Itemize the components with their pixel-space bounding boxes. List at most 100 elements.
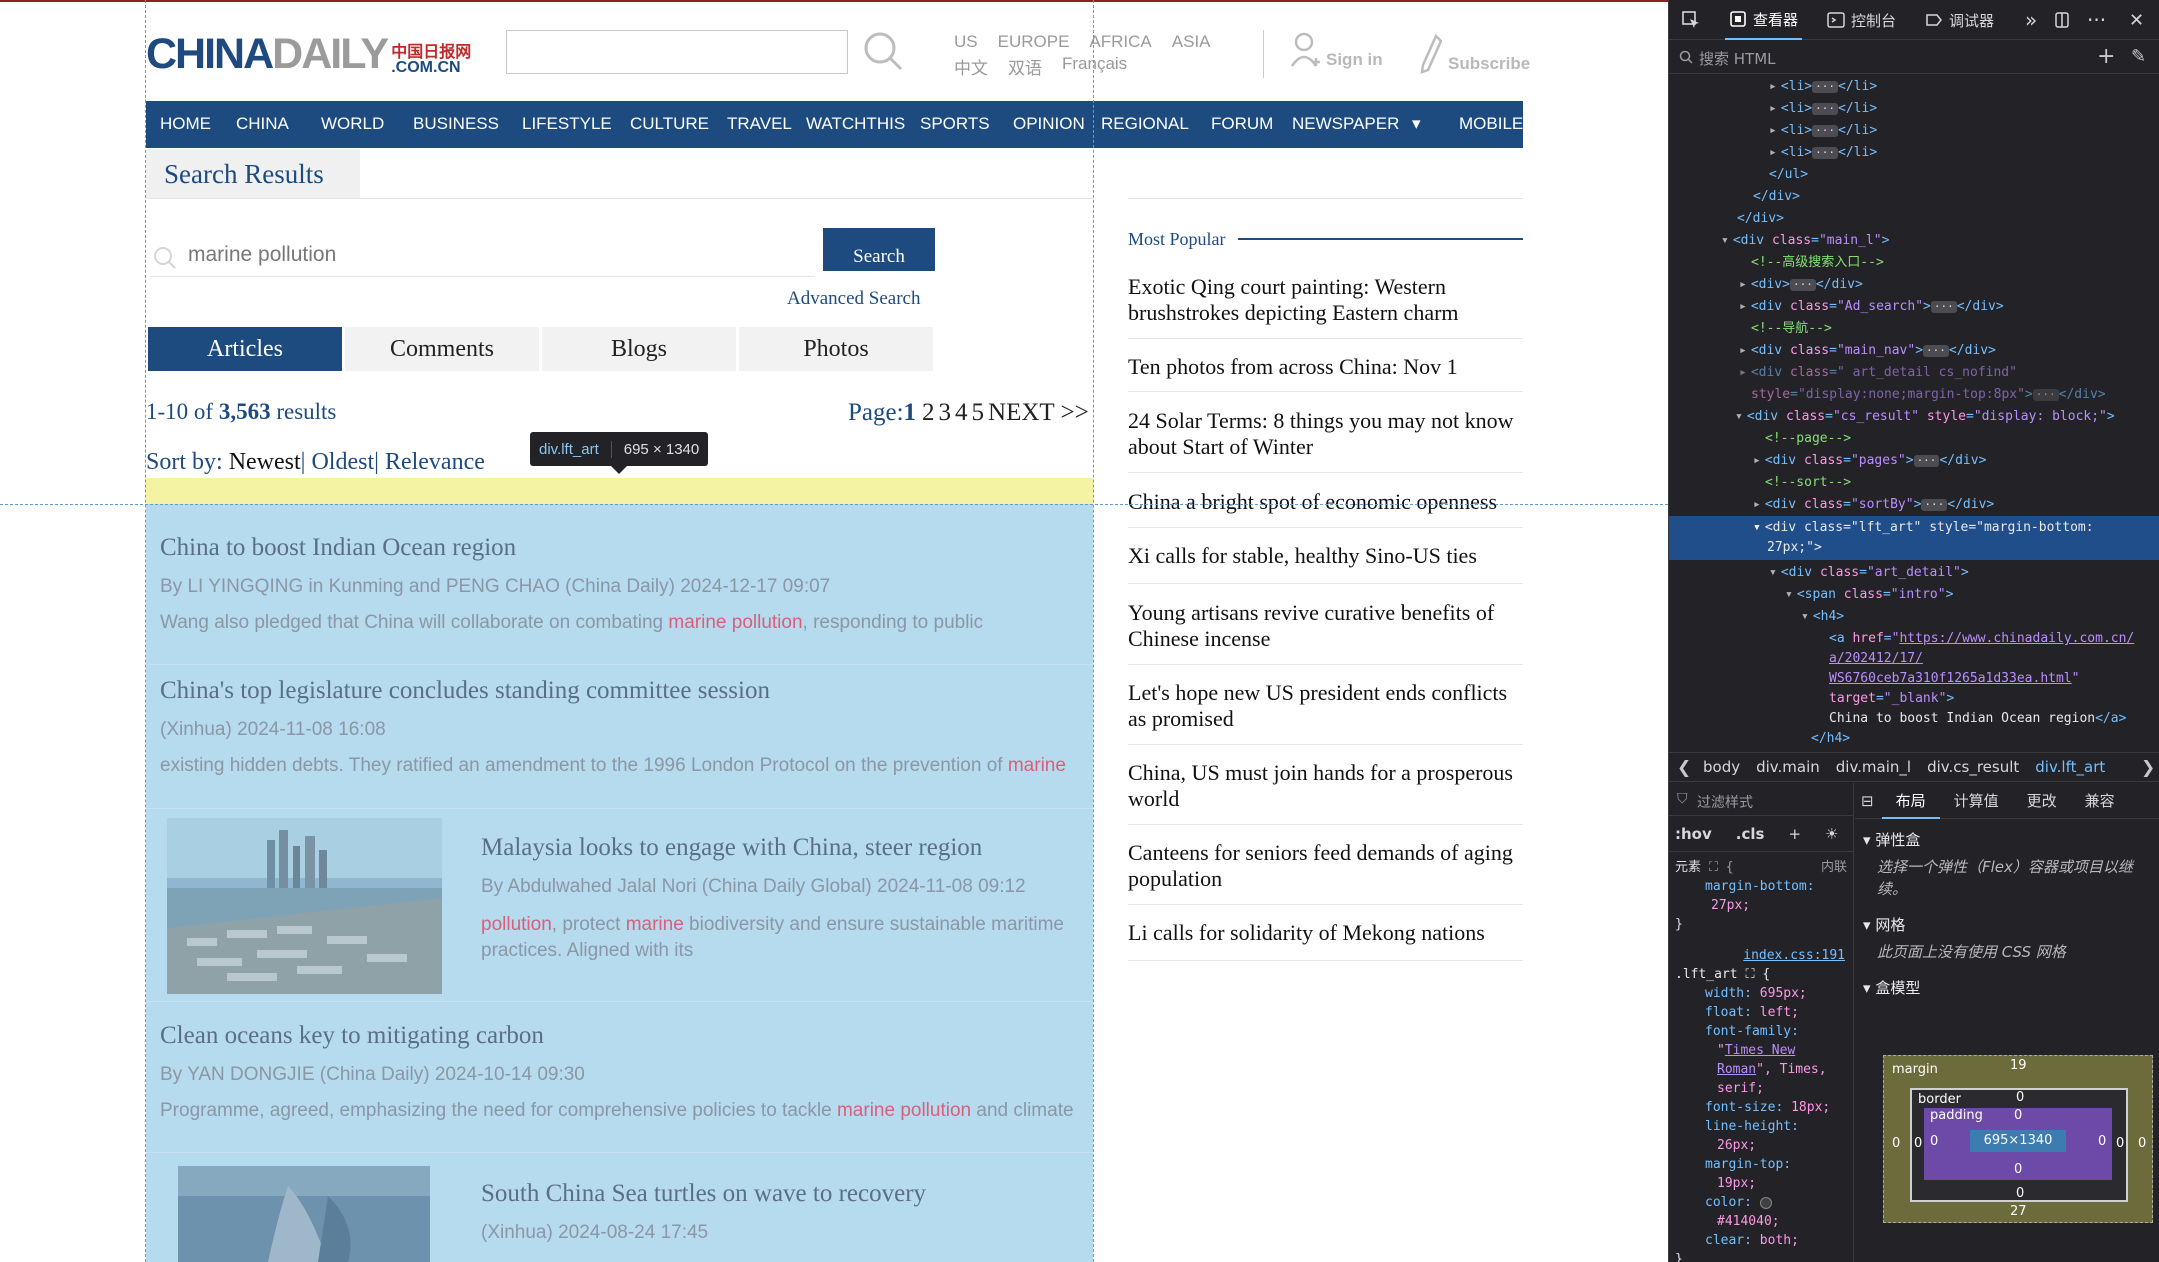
search-icon[interactable] bbox=[862, 30, 904, 72]
popular-item[interactable]: Canteens for seniors feed demands of agi… bbox=[1128, 840, 1523, 892]
edition-link[interactable]: 中文 bbox=[954, 54, 988, 78]
margin-left-value[interactable]: 0 bbox=[1892, 1136, 1900, 1151]
tree-node[interactable]: ▸ <li> ··· </li> bbox=[1669, 76, 2159, 98]
tree-node[interactable]: <a href="https://www.chinadaily.com.cn/ bbox=[1669, 628, 2159, 650]
search-input[interactable]: marine pollution bbox=[150, 235, 815, 277]
tree-node[interactable]: ▸ <div class="Ad_search"> ··· </div> bbox=[1669, 296, 2159, 318]
boxmodel-section-header[interactable]: ▾ 盒模型 bbox=[1855, 963, 2159, 998]
article-title[interactable]: China's top legislature concludes standi… bbox=[160, 677, 1066, 705]
tree-node[interactable]: <!--高级搜索入口--> bbox=[1669, 252, 2159, 274]
breadcrumb-item[interactable]: div.main_l bbox=[1836, 758, 1911, 776]
tree-node[interactable]: ▸ <li> ··· </li> bbox=[1669, 142, 2159, 164]
crumb-next-icon[interactable]: ❯ bbox=[2141, 758, 2155, 778]
edition-link[interactable]: ASIA bbox=[1172, 32, 1211, 54]
tree-node[interactable]: ▸ <div> ··· </div> bbox=[1669, 274, 2159, 296]
nav-item-regional[interactable]: REGIONAL bbox=[1101, 114, 1189, 134]
tree-node[interactable]: ▾ <div class="main_l"> bbox=[1669, 230, 2159, 252]
add-rule-icon[interactable]: + bbox=[1788, 825, 1801, 851]
article-title[interactable]: Malaysia looks to engage with China, ste… bbox=[481, 834, 1081, 862]
tab-compatibility[interactable]: 兼容 bbox=[2071, 790, 2115, 811]
tab-console[interactable]: 控制台 bbox=[1827, 0, 1896, 40]
dock-icon[interactable] bbox=[2053, 0, 2071, 40]
article-thumbnail[interactable] bbox=[167, 818, 442, 994]
popular-item[interactable]: Exotic Qing court painting: Western brus… bbox=[1128, 274, 1523, 326]
breadcrumb-item[interactable]: div.main bbox=[1756, 758, 1820, 776]
tree-node[interactable]: style="display:none;margin-top:8px"> ··· <… bbox=[1669, 384, 2159, 406]
tree-node[interactable]: ▾ <div class="art_detail"> bbox=[1669, 562, 2159, 584]
grid-section-header[interactable]: ▾ 网格 bbox=[1855, 900, 2159, 935]
margin-bottom-value[interactable]: 27 bbox=[2010, 1204, 2027, 1219]
tree-node[interactable]: ▸ <div class=" art_detail cs_nofind" bbox=[1669, 362, 2159, 384]
padding-top-value[interactable]: 0 bbox=[2014, 1108, 2022, 1123]
menu-icon[interactable]: ··· bbox=[2087, 0, 2106, 40]
breadcrumb-item[interactable]: body bbox=[1703, 758, 1740, 776]
nav-item-watchthis[interactable]: WATCHTHIS bbox=[806, 114, 905, 134]
edition-link[interactable]: AFRICA bbox=[1089, 32, 1151, 54]
color-swatch[interactable] bbox=[1759, 1196, 1772, 1209]
search-button[interactable]: Search bbox=[823, 228, 935, 271]
filter-styles-input[interactable]: ⛉ 过滤样式 bbox=[1669, 783, 1853, 816]
signin-link[interactable]: Sign in bbox=[1290, 30, 1383, 70]
tree-node[interactable]: ▸ <div class="pages"> ··· </div> bbox=[1669, 450, 2159, 472]
tab-comments[interactable]: Comments bbox=[345, 327, 539, 371]
tab-blogs[interactable]: Blogs bbox=[542, 327, 736, 371]
tree-node[interactable]: a/202412/17/ bbox=[1669, 648, 2159, 670]
tree-node[interactable]: ▸ <li> ··· </li> bbox=[1669, 120, 2159, 142]
element-picker-icon[interactable] bbox=[1681, 0, 1701, 40]
tree-node[interactable]: ▸ <div class="main_nav"> ··· </div> bbox=[1669, 340, 2159, 362]
tree-node[interactable]: target="_blank"> bbox=[1669, 688, 2159, 710]
border-right-value[interactable]: 0 bbox=[2116, 1136, 2124, 1151]
article-thumbnail[interactable] bbox=[178, 1166, 430, 1262]
page-link[interactable]: 2 bbox=[922, 399, 935, 426]
border-bottom-value[interactable]: 0 bbox=[2016, 1186, 2024, 1201]
css-source-link[interactable]: index.css:191 bbox=[1743, 948, 1845, 963]
tab-computed[interactable]: 计算值 bbox=[1940, 790, 2013, 811]
nav-item-world[interactable]: WORLD bbox=[321, 114, 384, 134]
border-top-value[interactable]: 0 bbox=[2016, 1090, 2024, 1105]
padding-left-value[interactable]: 0 bbox=[1930, 1134, 1938, 1149]
sort-relevance[interactable]: | Relevance bbox=[374, 449, 485, 475]
light-theme-icon[interactable]: ☀ bbox=[1825, 825, 1838, 851]
article-title[interactable]: Clean oceans key to mitigating carbon bbox=[160, 1022, 1074, 1050]
nav-item-home[interactable]: HOME bbox=[160, 114, 211, 134]
tree-node[interactable]: </div> bbox=[1669, 208, 2159, 230]
popular-item[interactable]: Young artisans revive curative benefits … bbox=[1128, 600, 1523, 652]
popular-item[interactable]: Ten photos from across China: Nov 1 bbox=[1128, 354, 1523, 380]
popular-item[interactable]: Let's hope new US president ends conflic… bbox=[1128, 680, 1523, 732]
tree-node[interactable]: </ul> bbox=[1669, 164, 2159, 186]
nav-item-mobile[interactable]: MOBILE bbox=[1459, 114, 1523, 134]
nav-item-china[interactable]: CHINA bbox=[236, 114, 289, 134]
padding-bottom-value[interactable]: 0 bbox=[2014, 1162, 2022, 1177]
tree-node[interactable]: <!--page--> bbox=[1669, 428, 2159, 450]
tree-node[interactable]: WS6760ceb7a310f1265a1d33ea.html" bbox=[1669, 668, 2159, 690]
eyedropper-icon[interactable]: ✎ bbox=[2131, 46, 2146, 67]
margin-top-value[interactable]: 19 bbox=[2010, 1058, 2027, 1073]
border-left-value[interactable]: 0 bbox=[1914, 1136, 1922, 1151]
page-link[interactable]: 4 bbox=[955, 399, 968, 426]
padding-right-value[interactable]: 0 bbox=[2098, 1134, 2106, 1149]
sort-oldest[interactable]: | Oldest bbox=[301, 449, 374, 475]
tab-debugger[interactable]: 调试器 bbox=[1925, 0, 1994, 40]
popular-item[interactable]: Xi calls for stable, healthy Sino-US tie… bbox=[1128, 543, 1523, 569]
nav-item-culture[interactable]: CULTURE bbox=[630, 114, 709, 134]
tree-node[interactable]: China to boost Indian Ocean region</a> bbox=[1669, 708, 2159, 730]
breadcrumb-item[interactable]: div.lft_art bbox=[2035, 758, 2105, 776]
add-node-icon[interactable]: + bbox=[2097, 44, 2115, 69]
tree-node[interactable]: ▾ <div class="cs_result" style="display: … bbox=[1669, 406, 2159, 428]
breadcrumb-item[interactable]: div.cs_result bbox=[1927, 758, 2019, 776]
html-search-input[interactable]: 搜索 HTML bbox=[1669, 40, 2159, 74]
next-page-link[interactable]: NEXT >> bbox=[988, 399, 1089, 426]
nav-item-sports[interactable]: SPORTS bbox=[920, 114, 990, 134]
tree-node[interactable]: <!--sort--> bbox=[1669, 472, 2159, 494]
margin-right-value[interactable]: 0 bbox=[2138, 1136, 2146, 1151]
article-title[interactable]: China to boost Indian Ocean region bbox=[160, 534, 983, 562]
tab-layout[interactable]: 布局 bbox=[1881, 783, 1940, 819]
nav-item-lifestyle[interactable]: LIFESTYLE bbox=[522, 114, 612, 134]
tree-node[interactable]: </div> bbox=[1669, 186, 2159, 208]
nav-item-forum[interactable]: FORUM bbox=[1211, 114, 1273, 134]
nav-item-newspaper[interactable]: NEWSPAPER bbox=[1292, 114, 1399, 134]
tree-node[interactable]: ▸ <li> ··· </li> bbox=[1669, 98, 2159, 120]
popular-item[interactable]: China a bright spot of economic openness bbox=[1128, 489, 1523, 515]
flexbox-section-header[interactable]: ▾ 弹性盒 bbox=[1855, 819, 2159, 850]
toggle-sidebar-icon[interactable]: ⊟ bbox=[1855, 792, 1882, 810]
